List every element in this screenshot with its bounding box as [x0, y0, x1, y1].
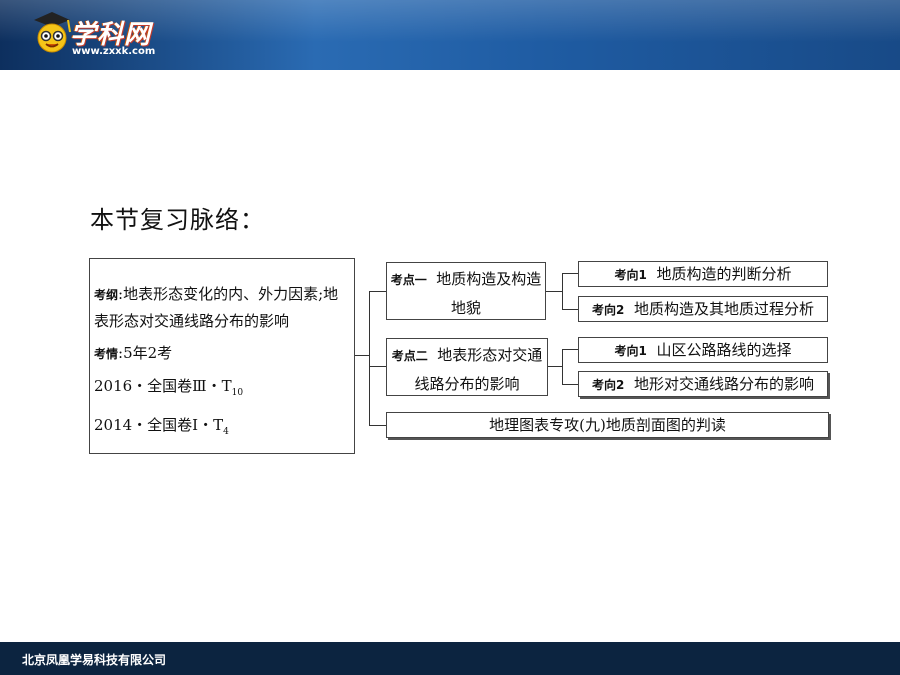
kaoqing-tag: 考情 — [94, 347, 119, 361]
connector — [369, 291, 370, 425]
kaogang-line: 考纲:地表形态变化的内、外力因素;地表形态对交通线路分布的影响 — [94, 281, 350, 334]
kaoqing-line: 考情:5年2考 — [94, 340, 350, 367]
kaoqing-text: :5年2考 — [118, 344, 173, 362]
exam-2014: 2014・全国卷Ⅰ・T4 — [94, 416, 229, 437]
page-title: 本节复习脉络： — [90, 206, 265, 234]
connector — [562, 384, 578, 385]
connector — [562, 309, 578, 310]
direction-2-1: 考向1 山区公路路线的选择 — [578, 337, 828, 363]
kaogang-tag: 考纲 — [94, 288, 119, 302]
direction-2-2: 考向2 地形对交通线路分布的影响 — [578, 371, 828, 397]
exam-2016: 2016・全国卷Ⅲ・T10 — [94, 377, 244, 398]
point-2-text: 地表形态对交通线路分布的影响 — [414, 346, 543, 393]
point-2-box: 考点二 地表形态对交通线路分布的影响 — [386, 338, 548, 396]
connector — [562, 349, 578, 350]
logo: 学科网 www.zxxk.com — [30, 8, 170, 60]
footer-company: 北京凤凰学易科技有限公司 — [22, 653, 167, 667]
connector — [546, 291, 562, 292]
direction-1-1: 考向1 地质构造的判断分析 — [578, 261, 828, 287]
point-1-text: 地质构造及构造地貌 — [436, 270, 542, 317]
special-topic-box: 地理图表专攻(九)地质剖面图的判读 — [386, 412, 829, 438]
logo-url: www.zxxk.com — [72, 46, 156, 57]
point-1-box: 考点一 地质构造及构造地貌 — [386, 262, 546, 320]
point-1-tag: 考点一 — [390, 273, 427, 287]
connector — [562, 273, 578, 274]
special-topic-text: 地理图表专攻(九)地质剖面图的判读 — [489, 416, 726, 434]
direction-1-2: 考向2 地质构造及其地质过程分析 — [578, 296, 828, 322]
point-2-tag: 考点二 — [391, 349, 428, 363]
mascot-icon — [34, 12, 71, 53]
connector — [548, 366, 562, 367]
connector — [369, 291, 386, 292]
connector — [562, 273, 563, 309]
kaogang-text: :地表形态变化的内、外力因素;地表形态对交通线路分布的影响 — [94, 285, 339, 330]
connector — [562, 349, 563, 384]
connector — [369, 366, 386, 367]
connector — [355, 355, 369, 356]
connector — [369, 425, 386, 426]
syllabus-box: 考纲:地表形态变化的内、外力因素;地表形态对交通线路分布的影响 考情:5年2考 … — [89, 258, 355, 454]
